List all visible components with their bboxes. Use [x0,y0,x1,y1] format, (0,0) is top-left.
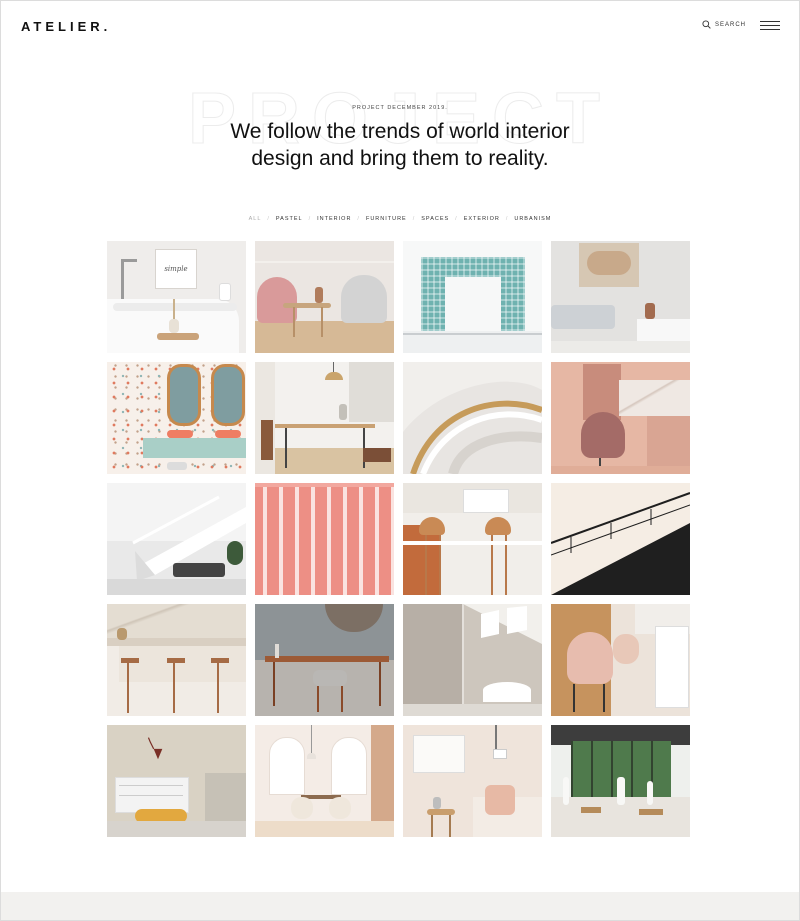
hero-title: We follow the trends of world interior d… [0,118,800,172]
gallery-item-wooden-chairs[interactable] [403,483,542,595]
filter-pastel[interactable]: PASTEL [276,216,303,222]
hamburger-menu-icon[interactable] [760,20,780,32]
gallery-item-white-staircase[interactable] [107,483,246,595]
search-button[interactable]: SEARCH [702,20,746,29]
hero-title-line-2: design and bring them to reality. [251,147,549,170]
gallery-item-urban-building[interactable] [403,241,542,353]
filter-separator: / [357,216,360,222]
attic-illustration [403,604,542,716]
filter-spaces[interactable]: SPACES [421,216,449,222]
gallery-item-terrazzo-sinks[interactable] [107,362,246,474]
gallery-item-sculpture-hall[interactable] [551,725,690,837]
deer-head-icon [147,737,163,760]
search-label: SEARCH [715,21,747,28]
footer-band [1,892,799,920]
gallery-item-pink-chairs[interactable] [255,241,394,353]
gallery-item-attic-bathroom[interactable] [403,604,542,716]
filter-urbanism[interactable]: URBANISM [514,216,551,222]
hero-eyebrow: PROJECT DECEMBER 2019. [352,105,448,111]
gallery-item-grey-sofa[interactable] [551,241,690,353]
filter-exterior[interactable]: EXTERIOR [464,216,500,222]
portfolio-gallery: simple [107,241,691,837]
filter-separator: / [412,216,416,222]
hero-title-line-1: We follow the trends of world interior [230,120,570,143]
gallery-item-cushion-bench[interactable] [403,725,542,837]
gallery-item-arched-windows[interactable] [255,725,394,837]
gallery-item-deer-wall[interactable] [107,725,246,837]
gallery-item-bathtub[interactable]: simple [107,241,246,353]
gallery-item-pink-marble[interactable] [551,362,690,474]
wall-art: simple [155,249,197,289]
gallery-item-kitchen-stools[interactable] [107,604,246,716]
black-stair-illustration [551,492,690,595]
gallery-item-spiral-staircase[interactable] [403,362,542,474]
gallery-item-grey-dining[interactable] [255,604,394,716]
filter-separator: / [455,216,458,222]
gallery-item-black-staircase[interactable] [551,483,690,595]
filter-separator: / [308,216,312,222]
portfolio-filter-bar: ALL / PASTEL / INTERIOR / FURNITURE / SP… [0,216,800,222]
gallery-item-dining-room[interactable] [255,362,394,474]
filter-furniture[interactable]: FURNITURE [366,216,407,222]
filter-separator: / [267,216,270,222]
gallery-item-pink-facade[interactable] [255,483,394,595]
filter-all[interactable]: ALL [249,216,262,222]
search-icon [702,20,711,29]
site-logo[interactable]: ATELIER. [21,19,111,34]
filter-separator: / [505,216,509,222]
gallery-item-blush-chair[interactable] [551,604,690,716]
filter-interior[interactable]: INTERIOR [317,216,351,222]
staircase-illustration [403,362,542,474]
